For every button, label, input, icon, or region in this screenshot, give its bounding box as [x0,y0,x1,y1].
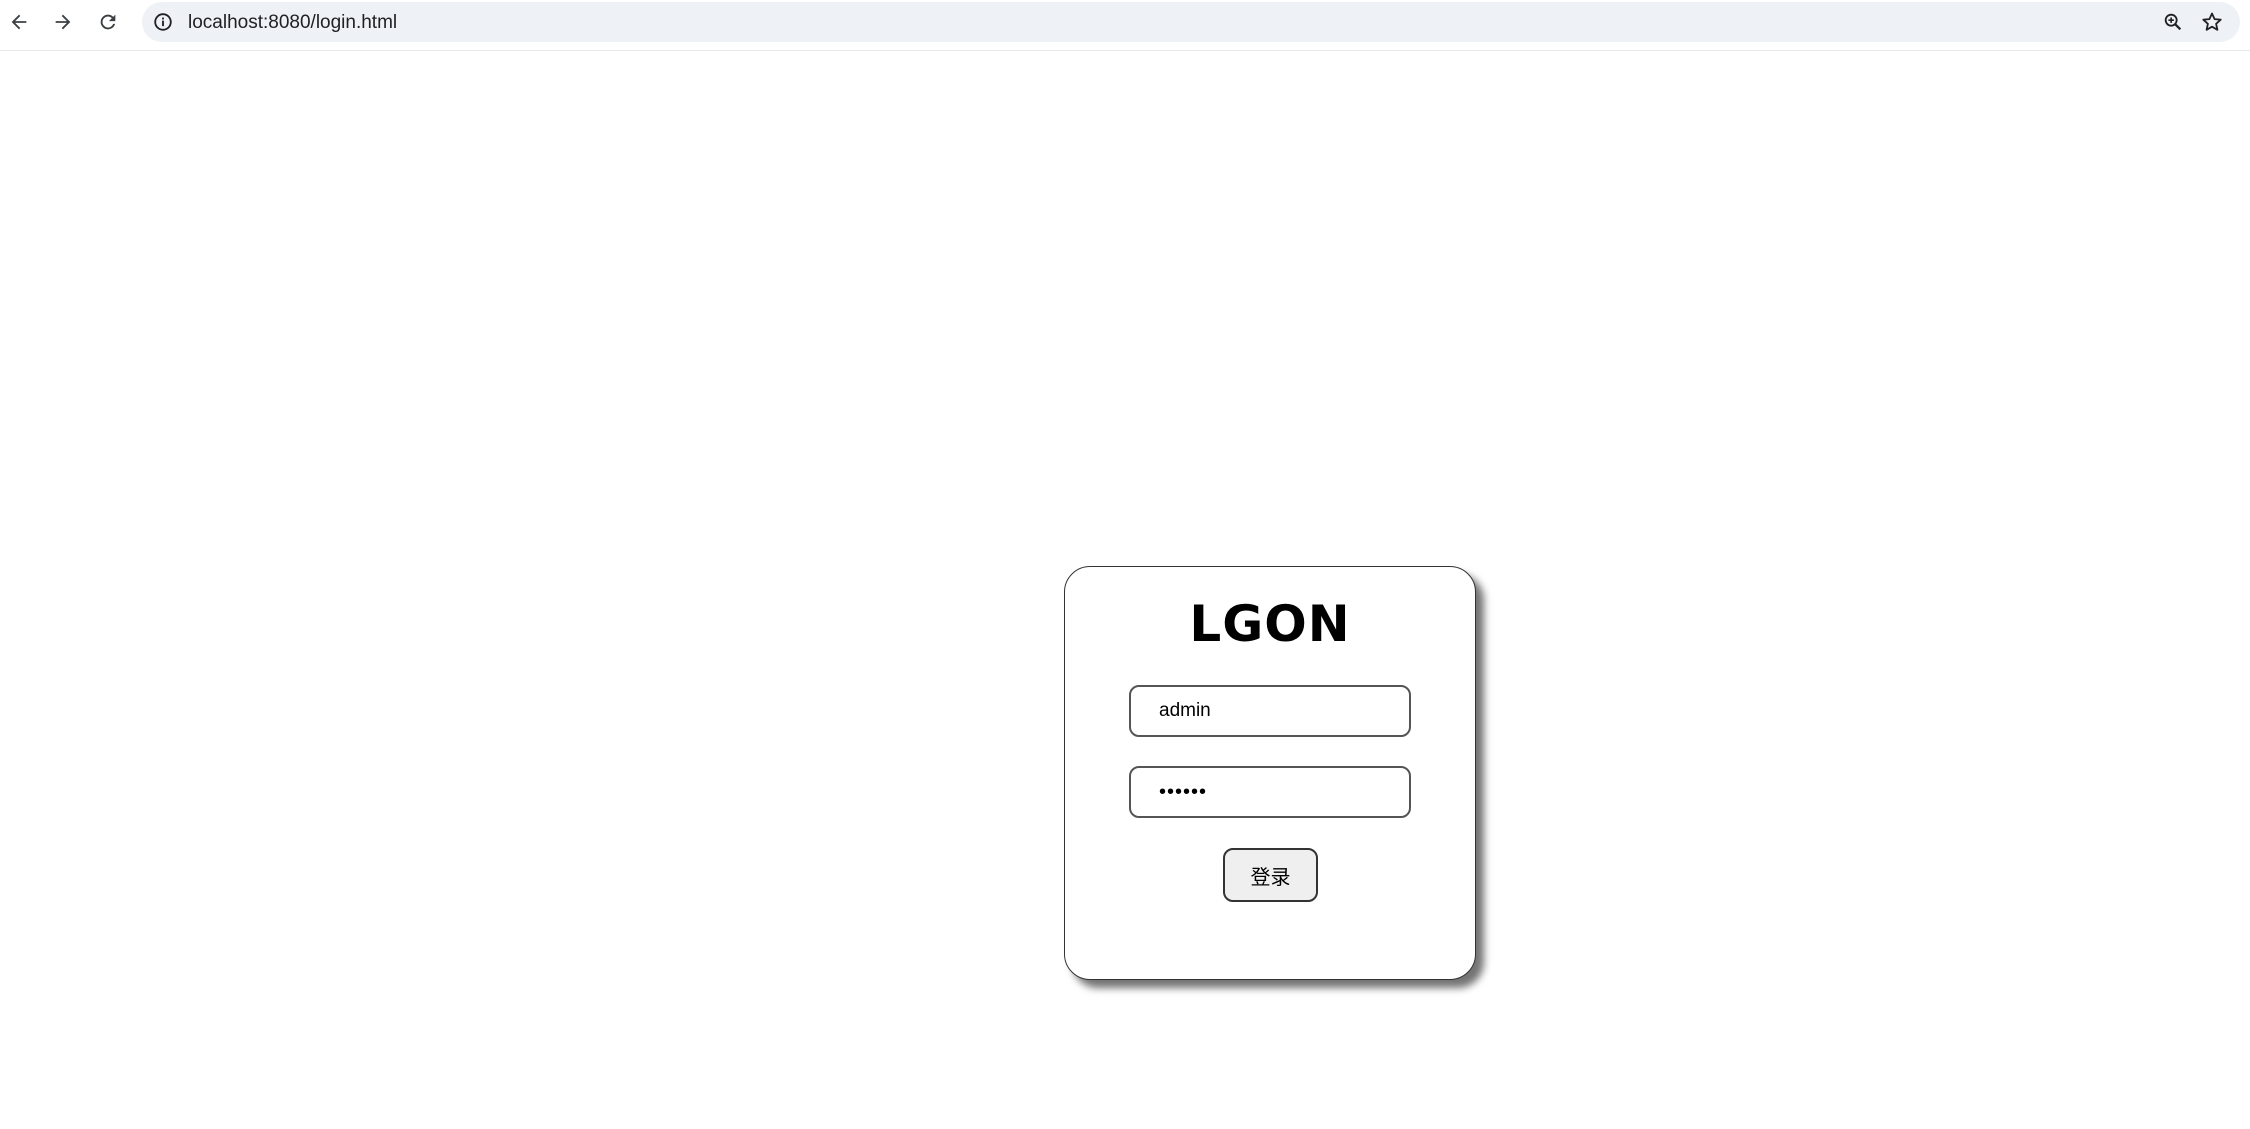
browser-toolbar: localhost:8080/login.html [0,0,2250,51]
info-icon[interactable] [152,11,174,33]
username-input[interactable] [1129,685,1411,737]
zoom-icon[interactable] [2162,11,2184,33]
arrow-left-icon [11,14,27,30]
reload-icon [100,14,116,30]
arrow-right-icon [55,14,71,30]
login-button[interactable]: 登录 [1223,848,1318,902]
star-icon[interactable] [2200,10,2224,34]
login-card: LGON 登录 [1064,566,1476,980]
address-bar[interactable]: localhost:8080/login.html [142,2,2240,42]
url-text[interactable]: localhost:8080/login.html [188,12,397,34]
login-title: LGON [1189,595,1351,653]
password-input[interactable] [1129,766,1411,818]
back-button[interactable] [3,6,35,38]
reload-button[interactable] [92,6,124,38]
forward-button[interactable] [47,6,79,38]
